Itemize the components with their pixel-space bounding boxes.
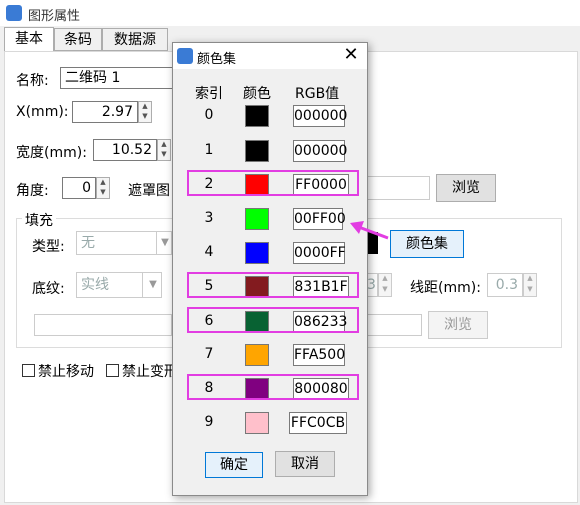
ok-button[interactable]: 确定 [205, 452, 263, 478]
angle-spinner[interactable]: ▲ ▼ [96, 177, 110, 199]
color-swatch[interactable] [245, 105, 269, 127]
chevron-down-icon[interactable]: ▼ [142, 273, 163, 297]
app-icon [177, 48, 193, 64]
column-color-header: 颜色 [243, 86, 271, 102]
angle-input[interactable]: 0 [62, 177, 96, 199]
highlight-box [187, 307, 359, 333]
spin-up-icon[interactable]: ▲ [97, 178, 109, 188]
mask-path-input[interactable] [366, 176, 430, 200]
line-spacing-label: 线距(mm): [410, 280, 481, 296]
line-spacing-spinner[interactable]: ▲ ▼ [523, 273, 537, 297]
chevron-down-icon[interactable]: ▼ [156, 232, 173, 254]
pattern-label: 底纹: [32, 281, 65, 297]
spin-down-icon[interactable]: ▼ [524, 285, 536, 296]
close-icon[interactable]: ✕ [341, 45, 361, 65]
width-spinner[interactable]: ▲ ▼ [157, 139, 171, 161]
mask-label: 遮罩图 [128, 183, 170, 199]
window-title: 图形属性 [28, 9, 81, 24]
name-label: 名称: [16, 73, 49, 89]
width-label: 宽度(mm): [16, 145, 87, 161]
color-index: 4 [204, 244, 214, 260]
color-swatch[interactable] [245, 412, 269, 434]
color-set-button[interactable]: 颜色集 [390, 230, 464, 258]
spin-down-icon[interactable]: ▼ [139, 112, 151, 122]
pattern-spinner[interactable]: ▲ ▼ [378, 273, 392, 297]
color-index: 0 [204, 107, 214, 123]
rgb-value-input[interactable]: FFA500 [293, 344, 345, 366]
color-set-dialog: 颜色集 ✕ 索引 颜色 RGB值 0 000000 1 000000 2 FF0000 3 0… [172, 42, 368, 496]
tab-basic[interactable]: 基本 [4, 27, 54, 52]
column-index-header: 索引 [195, 86, 223, 102]
tab-datasource[interactable]: 数据源 [102, 28, 168, 51]
fill-browse-button[interactable]: 浏览 [428, 311, 488, 339]
lock-transform-label: 禁止变形 [122, 364, 172, 380]
color-index: 7 [204, 346, 214, 362]
color-swatch[interactable] [245, 140, 269, 162]
lock-move-label: 禁止移动 [38, 364, 94, 380]
column-rgb-header: RGB值 [295, 86, 340, 102]
color-index: 9 [204, 414, 214, 430]
color-index: 3 [204, 210, 214, 226]
x-input[interactable]: 2.97 [72, 101, 138, 123]
rgb-value-input[interactable]: FFC0CB [289, 412, 347, 434]
cancel-button[interactable]: 取消 [275, 451, 335, 477]
spin-up-icon[interactable]: ▲ [379, 274, 391, 285]
lock-move-checkbox[interactable] [22, 364, 35, 377]
fill-image-path-input-right[interactable] [366, 314, 422, 336]
type-label: 类型: [32, 239, 65, 255]
window-titlebar: 图形属性 [0, 0, 580, 26]
spin-down-icon[interactable]: ▼ [379, 285, 391, 296]
spin-down-icon[interactable]: ▼ [158, 150, 170, 160]
color-swatch[interactable] [245, 344, 269, 366]
fill-image-path-input[interactable] [34, 314, 172, 336]
dialog-titlebar: 颜色集 ✕ [173, 43, 367, 69]
lock-transform-checkbox[interactable] [106, 364, 119, 377]
width-input[interactable]: 10.52 [93, 139, 157, 161]
color-index: 1 [204, 142, 214, 158]
angle-label: 角度: [16, 183, 49, 199]
rgb-value-input[interactable]: 00FF00 [293, 208, 346, 230]
highlight-box [187, 374, 359, 400]
spin-up-icon[interactable]: ▲ [524, 274, 536, 285]
spin-up-icon[interactable]: ▲ [139, 102, 151, 112]
fill-group-title: 填充 [22, 210, 56, 230]
name-input[interactable]: 二维码 1 [60, 67, 174, 89]
rgb-value-input[interactable]: 0000FF [293, 242, 346, 264]
app-icon [6, 5, 22, 21]
x-label: X(mm): [16, 104, 69, 120]
spin-down-icon[interactable]: ▼ [97, 188, 109, 198]
rgb-value-input[interactable]: 000000 [293, 105, 347, 127]
line-spacing-input[interactable]: 0.3 [487, 273, 523, 297]
mask-browse-button[interactable]: 浏览 [436, 174, 496, 202]
highlight-box [187, 170, 359, 196]
dialog-title: 颜色集 [197, 52, 237, 67]
spin-up-icon[interactable]: ▲ [158, 140, 170, 150]
color-swatch[interactable] [245, 242, 269, 264]
rgb-value-input[interactable]: 000000 [293, 140, 347, 162]
annotation-arrow [350, 221, 389, 240]
color-swatch[interactable] [245, 208, 269, 230]
highlight-box [187, 272, 359, 298]
tab-barcode[interactable]: 条码 [54, 28, 102, 51]
x-spinner[interactable]: ▲ ▼ [138, 101, 152, 123]
